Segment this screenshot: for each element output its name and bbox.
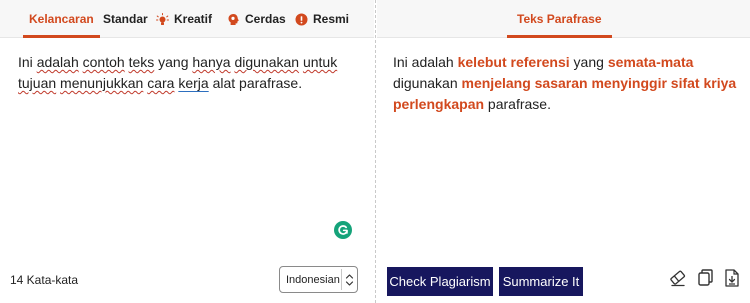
changed-phrase[interactable]: kelebut referensi bbox=[458, 54, 570, 70]
tab-cerdas[interactable]: Cerdas bbox=[227, 0, 286, 38]
chevron-updown-icon bbox=[341, 269, 357, 290]
tab-label: Cerdas bbox=[245, 12, 286, 26]
text-segment: Ini bbox=[18, 54, 37, 70]
text-segment: teks bbox=[128, 54, 155, 70]
tab-teks-parafrase[interactable]: Teks Parafrase bbox=[507, 0, 611, 38]
text-segment: menunjukkan bbox=[60, 75, 144, 91]
text-segment: digunakan bbox=[393, 75, 462, 91]
word-count: 14 Kata-kata bbox=[10, 273, 79, 287]
mode-tabbar: Kelancaran Standar Kreatif Cerdas Resmi bbox=[0, 0, 374, 38]
copy-icon[interactable] bbox=[696, 268, 714, 288]
text-segment: adalah bbox=[36, 54, 79, 70]
input-panel: Kelancaran Standar Kreatif Cerdas Resmi … bbox=[0, 0, 374, 303]
check-plagiarism-button[interactable]: Check Plagiarism bbox=[387, 267, 493, 296]
output-text-area: Ini adalah kelebut referensi yang semata… bbox=[393, 52, 743, 115]
tab-resmi[interactable]: Resmi bbox=[295, 0, 349, 38]
text-segment: digunakan bbox=[234, 54, 300, 70]
eraser-icon[interactable] bbox=[669, 268, 687, 288]
info-icon bbox=[295, 13, 308, 26]
text-segment: untuk bbox=[302, 54, 338, 70]
text-segment: cara bbox=[147, 75, 175, 91]
tab-label: Standar bbox=[103, 12, 148, 26]
grammarly-icon[interactable] bbox=[334, 221, 352, 239]
tab-kelancaran[interactable]: Kelancaran bbox=[23, 0, 100, 38]
lightbulb-icon bbox=[156, 12, 169, 26]
text-segment: yang bbox=[154, 54, 193, 70]
download-icon[interactable] bbox=[723, 268, 741, 288]
text-segment: contoh bbox=[82, 54, 125, 70]
language-value: Indonesian bbox=[286, 273, 340, 286]
tab-standar[interactable]: Standar bbox=[103, 0, 148, 38]
language-select[interactable]: Indonesian bbox=[279, 266, 358, 293]
tab-label: Kelancaran bbox=[29, 12, 94, 26]
brain-icon bbox=[227, 13, 240, 26]
text-segment: parafrase. bbox=[484, 96, 551, 112]
tab-kreatif[interactable]: Kreatif bbox=[156, 0, 212, 38]
text-segment: alat parafrase. bbox=[208, 75, 303, 91]
output-panel: Teks Parafrase Ini adalah kelebut refere… bbox=[377, 0, 750, 303]
text-segment: kerja bbox=[178, 75, 209, 91]
summarize-button[interactable]: Summarize It bbox=[499, 267, 583, 296]
input-text-area[interactable]: Ini adalah contoh teks yang hanya diguna… bbox=[18, 52, 338, 94]
text-segment: Ini adalah bbox=[393, 54, 458, 70]
changed-phrase[interactable]: semata-mata bbox=[608, 54, 694, 70]
text-segment: yang bbox=[569, 54, 608, 70]
text-segment: hanya bbox=[192, 54, 231, 70]
tab-label: Resmi bbox=[313, 12, 350, 26]
output-tabbar: Teks Parafrase bbox=[377, 0, 750, 38]
tab-label: Kreatif bbox=[174, 12, 213, 26]
tab-label: Teks Parafrase bbox=[517, 12, 602, 26]
panel-divider bbox=[375, 0, 376, 303]
text-segment: tujuan bbox=[18, 75, 57, 91]
